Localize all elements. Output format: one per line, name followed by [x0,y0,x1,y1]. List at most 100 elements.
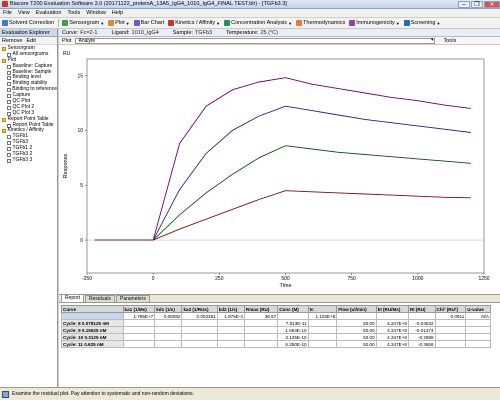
menu-file[interactable]: File [3,10,12,16]
table-cell [122,340,156,348]
column-header[interactable]: Curve [61,305,124,313]
kinetics-affinity-button[interactable]: Kinetics / Affinity ▼ [168,20,220,26]
table-row[interactable]: 1.785E+7 0.05082 0.002361 1.975E-4 36.57 1.10… [61,312,491,320]
table-cell: -0.2598 [407,333,436,341]
tree-item-label: TGFb3 3 [12,156,33,163]
status-message: Examine the residual plot. Pay attention… [12,391,195,397]
minimize-button[interactable]: – [458,0,470,8]
column-header[interactable]: Chi² (RU²) [434,305,467,313]
table-cell [336,312,377,320]
x-tick-label: 1250 [478,276,489,282]
column-header[interactable]: kd1 (1/s) [154,305,183,313]
menu-tools[interactable]: Tools [67,10,80,16]
thermodynamics-button[interactable]: Thermodynamics [296,20,345,26]
table-cell [122,326,156,334]
table-cell [122,319,156,327]
tab-parameters[interactable]: Parameters [115,295,150,302]
y-axis-label: Response [63,154,69,179]
bar-chart-button[interactable]: Bar Chart [133,20,165,26]
column-header[interactable]: kt (RU/Ms) [375,305,409,313]
plot-icon [108,20,115,26]
table-row[interactable]: Cycle: 11 0.625 nM 6.250E-10 50.00 4.347E+8… [61,340,491,348]
chevron-down-icon: ▼ [100,20,105,26]
table-cell: -0.04532 [407,319,436,327]
x-tick-label: 1000 [412,276,423,282]
chevron-down-icon: ▼ [395,20,400,26]
document-icon [7,105,11,110]
menu-view[interactable]: View [18,10,30,16]
menu-window[interactable]: Window [86,10,106,16]
remove-button[interactable]: Remove [2,38,22,44]
table-cell [154,340,183,348]
thermodynamics-label: Thermodynamics [303,20,346,26]
plot-selector-label: Plot [62,37,72,44]
folder-icon [2,129,6,134]
table-cell: 36.57 [243,312,279,320]
table-cell: 3.125E-10 [277,333,309,341]
sensorgram-button[interactable]: Sensorgram ▼ [62,20,104,26]
document-icon [7,152,11,157]
table-cell: 1.785E+7 [122,312,156,320]
table-cell [181,326,218,334]
column-header[interactable]: ka2 (1/RUs) [181,305,218,313]
close-button[interactable]: ✕ [484,0,500,8]
screening-icon [403,20,410,26]
immunogenicity-label: Immunogenicity [356,20,395,26]
table-cell [434,333,467,341]
column-header[interactable]: Conc (M) [277,305,309,313]
concentration-label: Concentration Analysis [231,20,288,26]
x-tick-label: 750 [347,276,356,282]
x-axis-label: Time [279,283,291,289]
column-header[interactable]: Rmax (RU) [243,305,279,313]
x-tick-label: 0 [152,276,155,282]
immunogenicity-button[interactable]: Immunogenicity ▼ [349,20,400,26]
table-row[interactable]: Cycle: 9 0.15625 nM 1.563E-10 50.00 4.347E+… [61,326,491,334]
table-header-row: Curve ka1 (1/Ms) kd1 (1/s) ka2 (1/RUs) kd2 (… [61,305,491,313]
results-table-wrap: Curve ka1 (1/Ms) kd1 (1/s) ka2 (1/RUs) kd2 (… [59,303,500,350]
immunogenicity-icon [349,20,356,26]
screening-button[interactable]: Screening ▼ [403,20,440,26]
tab-report[interactable]: Report [61,294,85,302]
results-area: Report Residuals Parameters Curve ka1 (1/… [59,294,500,387]
table-cell [122,333,156,341]
tools-button[interactable]: Tools [443,38,456,44]
column-header[interactable]: U-value [465,305,491,313]
menu-help[interactable]: Help [112,10,123,16]
tree-item[interactable]: TGFb3 3 [0,156,57,164]
table-cell: Cycle: 9 0.15625 nM [61,326,124,334]
column-header[interactable]: Flow (ul/min) [336,305,377,313]
column-header[interactable]: kd2 (1/s) [216,305,245,313]
table-cell [216,326,245,334]
document-icon [7,147,11,152]
table-row[interactable]: Cycle: 10 0.3125 nM 3.125E-10 50.00 4.347E+… [61,333,491,341]
plot-type-select[interactable]: Analyte [75,37,436,44]
table-cell [243,333,279,341]
table-cell: N/A [465,312,491,320]
column-header[interactable]: RI (RU) [407,305,436,313]
chevron-down-icon: ▼ [216,20,221,26]
ligand-label: Ligand: [111,29,130,36]
sensorgram-icon [62,20,69,26]
table-cell [407,312,436,320]
table-cell [243,340,279,348]
table-cell [277,312,309,320]
menu-evaluation[interactable]: Evaluation [36,10,62,16]
plot-button[interactable]: Plot ▼ [108,20,130,26]
evaluation-explorer: Evaluation Explorer Remove Edit Sensorgr… [0,29,58,387]
tab-residuals[interactable]: Residuals [85,295,115,302]
column-header[interactable]: ka1 (1/Ms) [122,305,156,313]
table-row[interactable]: Cycle: 8 0.078125 nM 7.813E-11 50.00 4.347E… [61,319,491,327]
table-cell: 4.347E+8 [375,326,409,334]
restore-button[interactable]: ❐ [471,0,483,8]
column-header[interactable]: tc [307,305,338,313]
table-cell [307,340,338,348]
bar-chart-label: Bar Chart [140,20,165,26]
table-cell: Cycle: 8 0.078125 nM [61,319,124,327]
concentration-analysis-button[interactable]: Concentration Analysis ▼ [224,20,292,26]
curve-label: Curve: [62,29,79,36]
solvent-correction-button[interactable]: Solvent Correction [2,20,54,26]
table-cell: Cycle: 10 0.3125 nM [61,333,124,341]
edit-button[interactable]: Edit [26,38,35,44]
sensorgram-chart[interactable]: -250 0 250 500 750 1000 1250 0 5 10 15 Time Response… [59,45,500,294]
table-cell [154,333,183,341]
